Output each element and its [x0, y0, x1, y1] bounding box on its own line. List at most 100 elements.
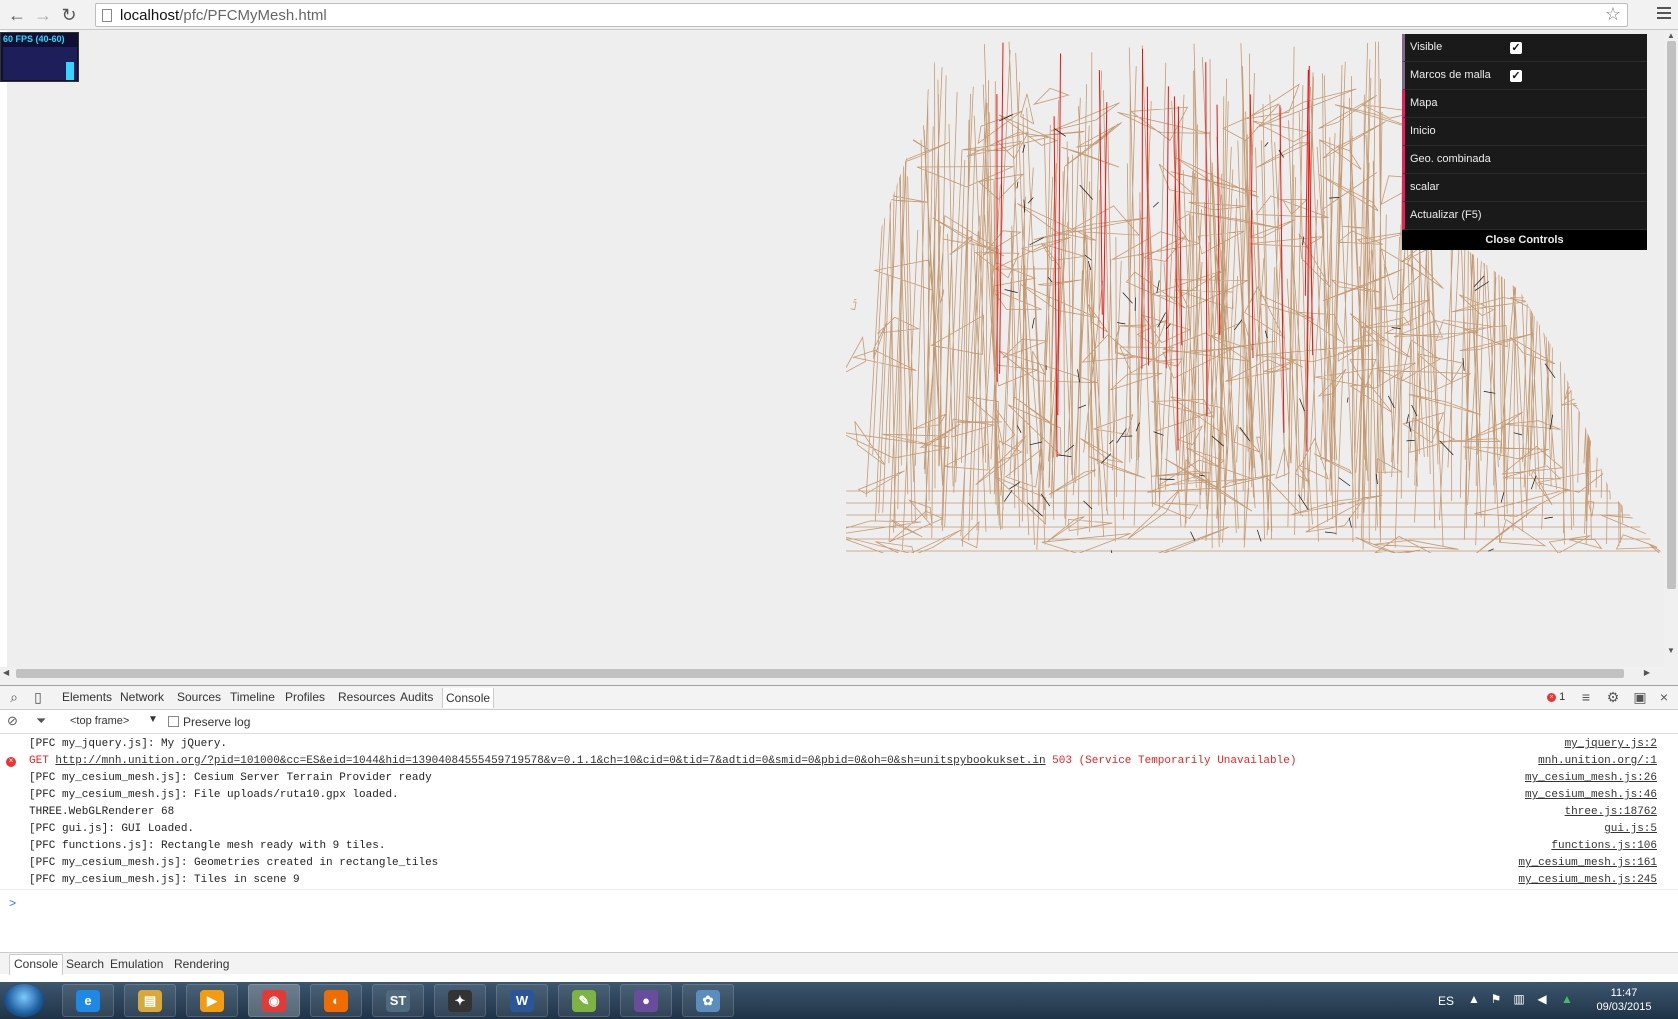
source-link[interactable]: three.js:18762: [1565, 806, 1657, 818]
vertical-scrollbar[interactable]: ▲ ▼: [1664, 31, 1678, 671]
taskbar-app[interactable]: ◉: [248, 984, 300, 1017]
taskbar-app[interactable]: ▤: [124, 984, 176, 1017]
bookmark-star-icon[interactable]: ☆: [1605, 4, 1621, 25]
console-output: [PFC my_jquery.js]: My jQuery. my_jquery.…: [0, 736, 1678, 913]
source-link[interactable]: my_cesium_mesh.js:46: [1525, 789, 1657, 801]
taskbar-app[interactable]: ▶: [186, 984, 238, 1017]
drawer-tab-search[interactable]: Search: [66, 957, 104, 971]
source-link[interactable]: gui.js:5: [1604, 823, 1657, 835]
taskbar-clock[interactable]: 11:47 09/03/2015: [1590, 986, 1658, 1014]
inkscape-icon: ✦: [448, 990, 472, 1012]
drawer-tab-console[interactable]: Console: [9, 954, 64, 975]
horizontal-scrollbar[interactable]: ◀ ▶: [0, 667, 1678, 680]
back-icon[interactable]: ←: [6, 4, 28, 26]
frame-dropdown-icon[interactable]: ▼: [148, 714, 158, 725]
source-link[interactable]: my_cesium_mesh.js:26: [1525, 772, 1657, 784]
tab-network[interactable]: Network: [120, 690, 164, 704]
close-devtools-icon[interactable]: ×: [1656, 689, 1672, 705]
webgl-viewport[interactable]: 60 FPS (40-60) Visible ✓ Marcos de malla ✓ M…: [0, 31, 1678, 671]
error-icon: ×: [6, 757, 16, 767]
inspect-search-icon[interactable]: ⌕: [6, 689, 22, 705]
gui-row-scalar[interactable]: scalar: [1402, 174, 1647, 202]
scroll-right-icon[interactable]: ▶: [1644, 668, 1650, 677]
gui-row-visible[interactable]: Visible ✓: [1402, 34, 1647, 62]
frame-selector[interactable]: <top frame>: [70, 715, 129, 727]
taskbar-app[interactable]: e: [62, 984, 114, 1017]
prompt-chevron-icon: >: [9, 897, 17, 911]
url-text: localhost/pfc/PFCMyMesh.html: [120, 7, 327, 24]
clear-console-icon[interactable]: ⊘: [7, 713, 18, 729]
viewport-gutter: [0, 31, 7, 671]
taskbar-app[interactable]: W: [496, 984, 548, 1017]
taskbar-app[interactable]: ◐: [310, 984, 362, 1017]
source-link[interactable]: mnh.unition.org/:1: [1538, 755, 1657, 767]
scroll-down-icon[interactable]: ▼: [1667, 646, 1675, 655]
source-link[interactable]: my_jquery.js:2: [1565, 738, 1657, 750]
gui-row-mapa[interactable]: Mapa: [1402, 90, 1647, 118]
action-center-flag-icon[interactable]: ⚑: [1489, 992, 1503, 1006]
tab-profiles[interactable]: Profiles: [285, 690, 325, 704]
start-button[interactable]: [4, 984, 44, 1017]
device-mode-icon[interactable]: ▯: [30, 689, 46, 705]
filter-icon[interactable]: ⏷: [36, 713, 46, 729]
gui-checkbox[interactable]: ✓: [1510, 70, 1522, 82]
gui-row-marcos-de-malla[interactable]: Marcos de malla ✓: [1402, 62, 1647, 90]
show-hidden-icons-icon[interactable]: ▲: [1467, 992, 1481, 1006]
scroll-up-icon[interactable]: ▲: [1667, 31, 1675, 40]
taskbar-app[interactable]: ●: [620, 984, 672, 1017]
drawer-tab-rendering[interactable]: Rendering: [174, 957, 229, 971]
taskbar-app[interactable]: ST: [372, 984, 424, 1017]
network-icon[interactable]: ▥: [1512, 992, 1526, 1006]
scroll-left-icon[interactable]: ◀: [3, 668, 9, 677]
h-scrollbar-thumb[interactable]: [16, 669, 1624, 678]
tab-elements[interactable]: Elements: [62, 690, 112, 704]
fps-label: 60 FPS (40-60): [3, 34, 65, 44]
settings-gear-icon[interactable]: ⚙: [1605, 689, 1621, 705]
tab-timeline[interactable]: Timeline: [230, 690, 275, 704]
close-controls-button[interactable]: Close Controls: [1402, 230, 1647, 250]
taskbar-app[interactable]: ✎: [558, 984, 610, 1017]
request-url-link[interactable]: http://mnh.unition.org/?pid=101000&cc=ES…: [55, 755, 1045, 767]
console-prompt[interactable]: >: [0, 889, 1678, 913]
google-drive-icon[interactable]: ▲: [1560, 992, 1574, 1006]
error-icon: ×: [1547, 692, 1556, 702]
console-error-row: × GET http://mnh.unition.org/?pid=101000&…: [0, 753, 1678, 770]
taskbar-app[interactable]: ✿: [682, 984, 734, 1017]
devtools-panel: ⌕ ▯ Elements Network Sources Timeline Profil…: [0, 685, 1678, 982]
taskbar-app[interactable]: ✦: [434, 984, 486, 1017]
tab-audits[interactable]: Audits: [400, 690, 433, 704]
clock-time: 11:47: [1610, 987, 1638, 999]
source-link[interactable]: my_cesium_mesh.js:161: [1518, 857, 1657, 869]
forward-icon[interactable]: →: [32, 4, 54, 26]
tab-sources[interactable]: Sources: [177, 690, 221, 704]
dock-side-icon[interactable]: ▣: [1632, 689, 1648, 705]
source-link[interactable]: my_cesium_mesh.js:245: [1518, 874, 1657, 886]
tab-console[interactable]: Console: [442, 688, 495, 708]
console-log-row: [PFC my_cesium_mesh.js]: Tiles in scene …: [0, 872, 1678, 889]
response-status: 503 (Service Temporarily Unavailable): [1045, 755, 1297, 767]
chrome-icon: ◉: [262, 990, 286, 1012]
gui-checkbox[interactable]: ✓: [1510, 42, 1522, 54]
drawer-tab-emulation[interactable]: Emulation: [110, 957, 163, 971]
reload-icon[interactable]: ↻: [58, 4, 80, 26]
language-indicator[interactable]: ES: [1438, 994, 1454, 1008]
gui-row-label: Geo. combinada: [1410, 153, 1491, 165]
console-log-row: [PFC my_cesium_mesh.js]: File uploads/ru…: [0, 787, 1678, 804]
address-bar[interactable]: localhost/pfc/PFCMyMesh.html ☆: [95, 3, 1628, 27]
gui-row-inicio[interactable]: Inicio: [1402, 118, 1647, 146]
console-message: [PFC my_cesium_mesh.js]: Geometries crea…: [29, 857, 439, 869]
source-link[interactable]: functions.js:106: [1551, 840, 1657, 852]
volume-icon[interactable]: ◀: [1535, 992, 1549, 1006]
gui-row-actualizar-f5[interactable]: Actualizar (F5): [1402, 202, 1647, 230]
fps-meter[interactable]: 60 FPS (40-60): [0, 32, 79, 82]
preserve-log-checkbox[interactable]: [168, 716, 179, 727]
chrome-menu-icon[interactable]: [1654, 4, 1674, 24]
console-filter-bar: ⊘ ⏷ <top frame> ▼ Preserve log: [0, 710, 1678, 734]
error-counter[interactable]: × 1: [1547, 691, 1565, 703]
clock-date: 09/03/2015: [1596, 1001, 1652, 1013]
tab-resources[interactable]: Resources: [338, 690, 395, 704]
drawer-toggle-icon[interactable]: ≡: [1578, 689, 1594, 705]
scrollbar-thumb[interactable]: [1667, 41, 1676, 589]
gui-row-geo-combinada[interactable]: Geo. combinada: [1402, 146, 1647, 174]
media-player-icon: ▶: [200, 990, 224, 1012]
